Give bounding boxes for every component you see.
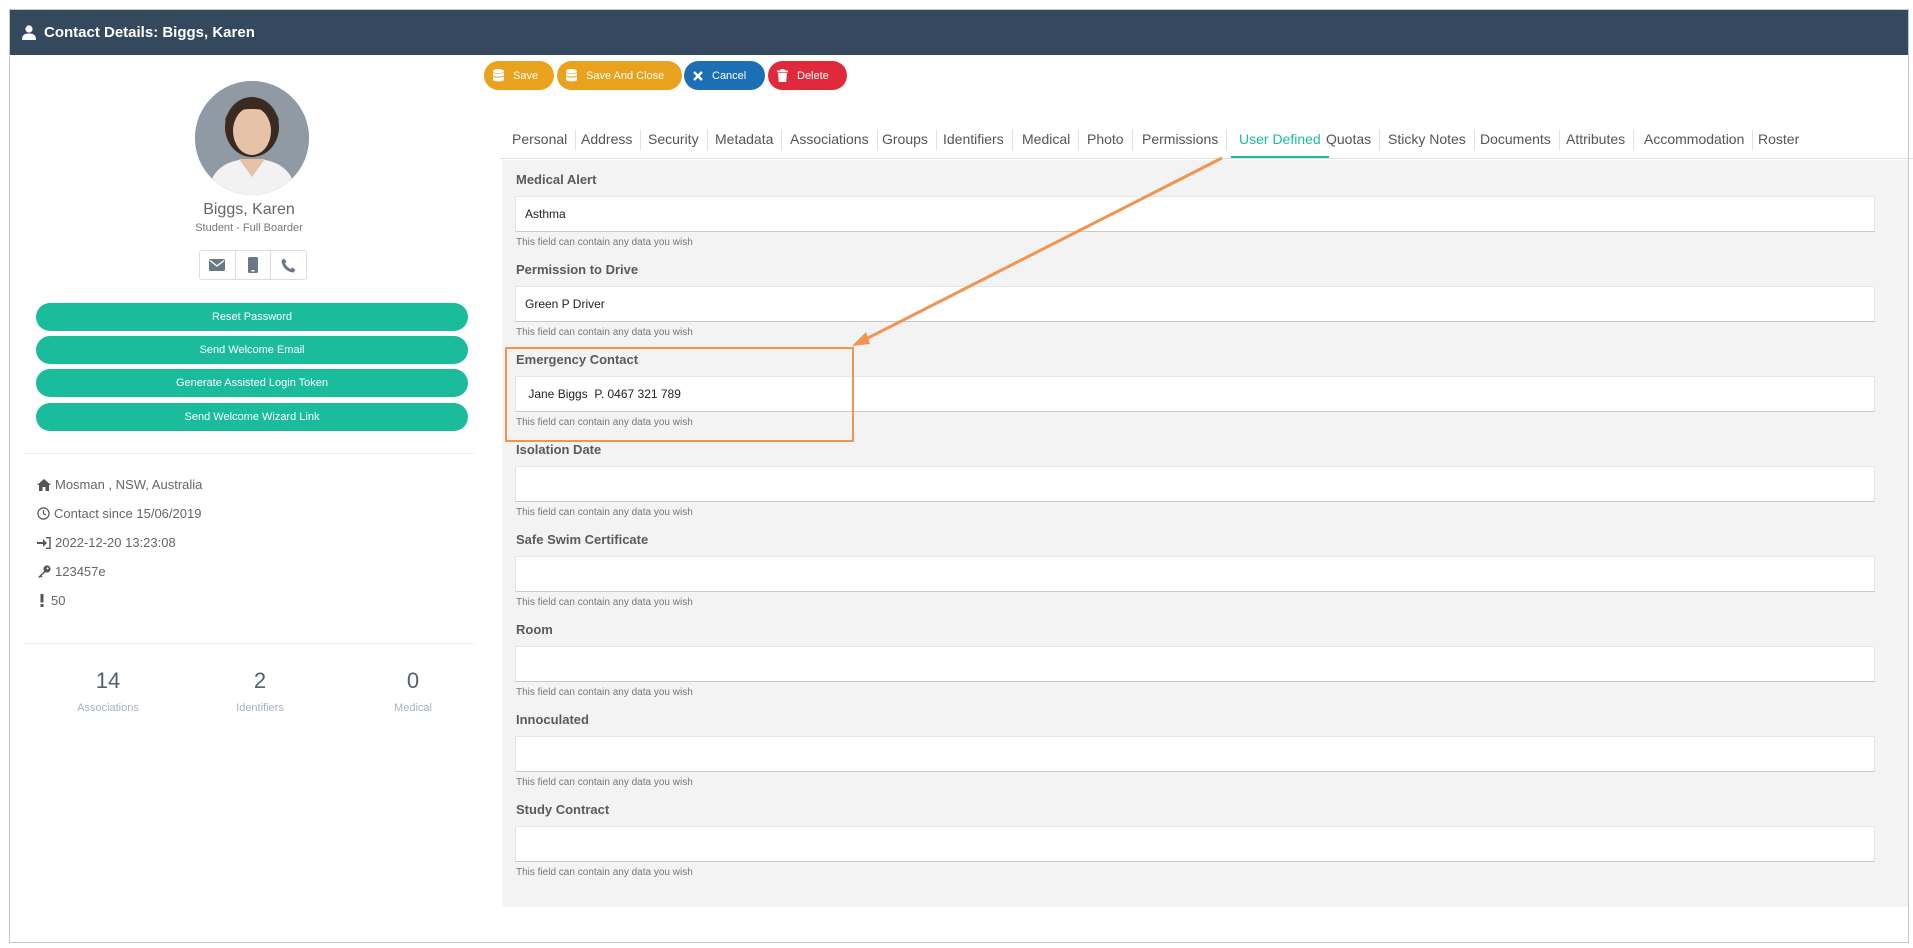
avatar (195, 81, 309, 195)
tab-associations[interactable]: Associations (790, 120, 878, 158)
tab-identifiers[interactable]: Identifiers (943, 120, 1013, 158)
panel-title: Contact Details: Biggs, Karen (44, 24, 255, 41)
tab-roster[interactable]: Roster (1758, 120, 1799, 158)
field-label: Emergency Contact (516, 352, 639, 367)
tab-photo[interactable]: Photo (1087, 120, 1133, 158)
save-and-close-label: Save And Close (586, 69, 665, 82)
key-text: 123457e (55, 564, 106, 579)
field-help: This field can contain any data you wish (516, 327, 693, 338)
field-label: Innoculated (516, 712, 589, 727)
field-label: Isolation Date (516, 442, 602, 457)
field-help: This field can contain any data you wish (516, 417, 693, 428)
email-button[interactable] (200, 251, 236, 279)
panel-header: Contact Details: Biggs, Karen (10, 10, 1908, 55)
tab-user-defined[interactable]: User Defined (1231, 120, 1329, 158)
send-welcome-wizard-button[interactable]: Send Welcome Wizard Link (36, 403, 468, 431)
clock-icon (37, 507, 50, 520)
reset-password-button[interactable]: Reset Password (36, 303, 468, 331)
tab-metadata[interactable]: Metadata (715, 120, 783, 158)
save-and-close-button[interactable]: Save And Close (557, 61, 682, 90)
tab-bar: Personal Address Security Metadata Assoc… (500, 120, 1913, 159)
stat-value: 0 (406, 668, 420, 693)
stat-label: Associations (77, 702, 139, 714)
tab-groups[interactable]: Groups (882, 120, 937, 158)
cancel-button[interactable]: Cancel (684, 61, 765, 90)
contact-since-row: Contact since 15/06/2019 (37, 506, 201, 521)
envelope-icon (209, 259, 226, 271)
tab-medical[interactable]: Medical (1022, 120, 1080, 158)
send-welcome-email-button[interactable]: Send Welcome Email (36, 336, 468, 364)
tab-personal[interactable]: Personal (512, 120, 577, 158)
contact-name: Biggs, Karen (203, 201, 295, 218)
field-help: This field can contain any data you wish (516, 777, 693, 788)
field-help: This field can contain any data you wish (516, 597, 693, 608)
field-help: This field can contain any data you wish (516, 867, 693, 878)
field-label: Medical Alert (516, 172, 597, 187)
divider (24, 643, 474, 644)
user-icon (22, 25, 36, 40)
field-label: Room (516, 622, 553, 637)
tab-permissions[interactable]: Permissions (1142, 120, 1228, 158)
field-label: Safe Swim Certificate (516, 532, 649, 547)
key-row: 123457e (37, 564, 106, 579)
stat-label: Medical (394, 702, 432, 714)
exclamation-icon (40, 594, 44, 607)
database-icon (493, 69, 504, 82)
home-icon (37, 478, 51, 491)
permission-to-drive-input[interactable]: Green P Driver (515, 286, 1875, 322)
stat-associations: 14 Associations (48, 668, 168, 714)
field-help: This field can contain any data you wish (516, 687, 693, 698)
medical-alert-input[interactable]: Asthma (515, 196, 1875, 232)
close-icon (693, 70, 703, 81)
profile-sidebar: Biggs, Karen Student - Full Boarder Rese… (10, 55, 488, 942)
sms-button[interactable] (236, 251, 272, 279)
stat-medical: 0 Medical (353, 668, 473, 714)
trash-icon (777, 69, 788, 82)
tab-security[interactable]: Security (648, 120, 708, 158)
field-help: This field can contain any data you wish (516, 237, 693, 248)
alert-count-text: 50 (51, 593, 66, 608)
alert-count-row: 50 (37, 593, 65, 608)
mobile-icon (248, 257, 258, 273)
last-login-row: 2022-12-20 13:23:08 (37, 535, 176, 550)
phone-icon (281, 258, 296, 272)
isolation-date-input[interactable] (515, 466, 1875, 502)
emergency-contact-input[interactable]: Jane Biggs P. 0467 321 789 (515, 376, 1875, 412)
tab-documents[interactable]: Documents (1480, 120, 1560, 158)
stat-label: Identifiers (236, 702, 284, 714)
tab-quotas[interactable]: Quotas (1326, 120, 1381, 158)
delete-button[interactable]: Delete (768, 61, 847, 90)
tab-address[interactable]: Address (581, 120, 642, 158)
divider (24, 453, 474, 454)
generate-login-token-button[interactable]: Generate Assisted Login Token (36, 369, 468, 397)
location-text: Mosman , NSW, Australia (55, 477, 203, 492)
user-defined-form: Medical Alert Asthma This field can cont… (502, 160, 1908, 907)
cancel-label: Cancel (712, 69, 747, 82)
call-button[interactable] (271, 251, 306, 279)
field-label: Permission to Drive (516, 262, 639, 277)
field-help: This field can contain any data you wish (516, 507, 693, 518)
stat-value: 14 (95, 668, 121, 693)
location-row: Mosman , NSW, Australia (37, 477, 202, 492)
tab-accommodation[interactable]: Accommodation (1644, 120, 1754, 158)
safe-swim-certificate-input[interactable] (515, 556, 1875, 592)
communication-buttons (199, 250, 307, 280)
field-label: Study Contract (516, 802, 610, 817)
contact-since-text: Contact since 15/06/2019 (54, 506, 202, 521)
room-input[interactable] (515, 646, 1875, 682)
stat-value: 2 (253, 668, 267, 693)
last-login-text: 2022-12-20 13:23:08 (55, 535, 176, 550)
save-button[interactable]: Save (484, 61, 554, 90)
save-label: Save (513, 69, 539, 82)
stat-identifiers: 2 Identifiers (200, 668, 320, 714)
tab-attributes[interactable]: Attributes (1566, 120, 1635, 158)
key-icon (38, 565, 51, 578)
delete-label: Delete (797, 69, 829, 82)
tab-sticky-notes[interactable]: Sticky Notes (1388, 120, 1475, 158)
contact-role: Student - Full Boarder (195, 222, 303, 234)
database-icon (566, 69, 577, 82)
innoculated-input[interactable] (515, 736, 1875, 772)
sign-in-icon (37, 536, 51, 549)
study-contract-input[interactable] (515, 826, 1875, 862)
